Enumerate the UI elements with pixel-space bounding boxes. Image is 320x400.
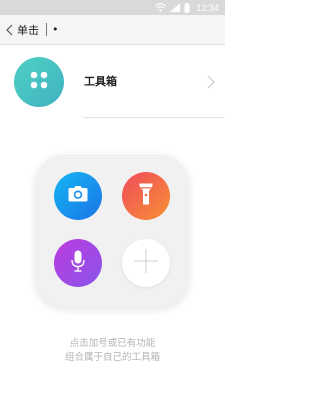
- wifi-icon: [155, 3, 167, 12]
- toolbox-avatar: [14, 57, 64, 107]
- battery-icon: [184, 2, 190, 13]
- chevron-right-icon: [207, 74, 215, 93]
- hint-text: 点击加号或已有功能 组合属于自己的工具箱: [0, 337, 225, 365]
- toolbox-label: 工具箱: [84, 75, 117, 88]
- camera-icon: [68, 186, 88, 206]
- flashlight-icon: [139, 183, 153, 209]
- camera-tool-button[interactable]: [54, 172, 102, 220]
- title-bar: 单击 •: [0, 15, 225, 45]
- add-tool-button[interactable]: [122, 239, 170, 287]
- tool-panel: [35, 153, 189, 307]
- back-button[interactable]: 单击: [0, 15, 39, 45]
- toolbox-row[interactable]: 工具箱: [0, 52, 225, 118]
- row-divider: [83, 117, 225, 118]
- flashlight-tool-button[interactable]: [122, 172, 170, 220]
- microphone-icon: [71, 250, 85, 276]
- signal-icon: [170, 3, 181, 12]
- plus-icon: [134, 249, 158, 277]
- page-title: 单击: [17, 23, 39, 37]
- microphone-tool-button[interactable]: [54, 239, 102, 287]
- status-time: 12:34: [196, 2, 219, 13]
- hint-line-1: 点击加号或已有功能: [69, 338, 156, 349]
- toolbox-dots-icon: [29, 70, 49, 94]
- status-bar: 12:34: [0, 0, 225, 15]
- title-dot: •: [52, 23, 59, 36]
- chevron-left-icon: [6, 24, 13, 36]
- title-divider: [46, 23, 47, 36]
- hint-line-2: 组合属于自己的工具箱: [64, 352, 160, 363]
